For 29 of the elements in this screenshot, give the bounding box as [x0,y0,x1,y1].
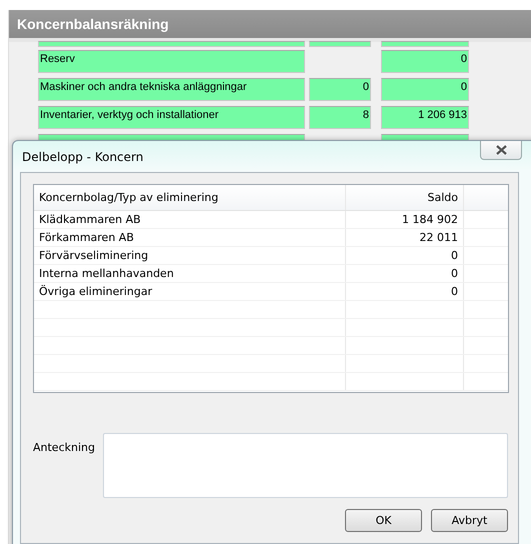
table-cell: Reserv [38,50,305,73]
dialog-button[interactable]: Avbryt [431,509,508,532]
table-cell: Interna mellanhavanden [34,265,346,282]
table-cell [309,41,371,47]
note-label: Anteckning [33,441,95,455]
table-cell: 0 [346,247,464,264]
dialog-title: Delbelopp - Koncern [22,150,144,164]
table-cell: Förkammaren AB [34,229,346,246]
dialog-button[interactable]: OK [345,509,422,532]
table-cell: Förvärvseliminering [34,247,346,264]
table-cell: Övriga elimineringar [34,283,346,300]
table-cell: 0 [309,78,371,101]
close-icon [496,145,506,155]
table-cell: Maskiner och andra tekniska anläggningar [38,78,305,101]
close-button[interactable] [480,141,522,160]
column-header[interactable]: Saldo [346,185,464,210]
table-cell: 0 [381,50,469,73]
table-cell: 8 [309,106,371,129]
note-field[interactable] [102,433,508,498]
table-cell: Klädkammaren AB [34,211,346,228]
table-cell: 0 [381,78,469,101]
table-cell: 1 206 913 [381,106,469,129]
table-cell: 0 [346,283,464,300]
table-cell: 1 184 902 [346,211,464,228]
table-cell: 0 [346,265,464,282]
column-header[interactable]: Koncernbolag/Typ av eliminering [34,185,346,210]
table-cell: 22 011 [346,229,464,246]
table-cell: Inventarier, verktyg och installationer [38,106,305,129]
window-title: Koncernbalansräkning [17,16,169,32]
